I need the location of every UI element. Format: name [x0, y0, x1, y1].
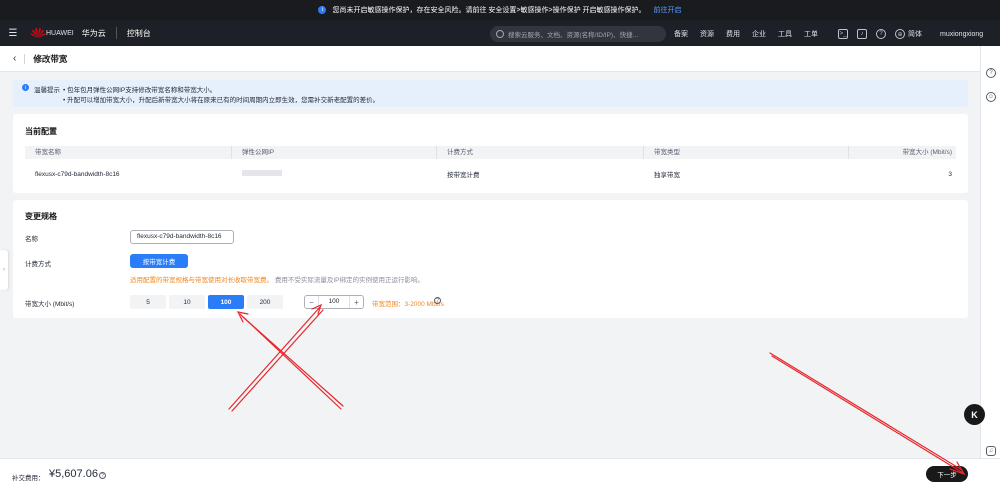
nav-item-billing[interactable]: 费用: [726, 29, 740, 39]
name-label: 名称: [25, 236, 38, 243]
decrement-button[interactable]: −: [305, 296, 318, 308]
tip-box: i 温馨提示 • 包年包月弹性公网IP支持修改带宽名称和带宽大小。 • 升配可以…: [13, 80, 968, 107]
billing-mode-label: 计费方式: [25, 261, 51, 268]
language-switch[interactable]: ⊕ 简体: [895, 29, 922, 39]
nav-item-beian[interactable]: 备案: [674, 29, 688, 39]
bandwidth-value-input[interactable]: 100: [318, 296, 350, 308]
masked-ip: [242, 170, 282, 176]
page-header: ‹ 修改带宽: [0, 46, 980, 72]
annotation-arrow-line: [228, 306, 321, 410]
help-icon[interactable]: ?: [434, 297, 441, 304]
bandwidth-name-input[interactable]: flexusx-c79d-bandwidth-8c16: [130, 230, 234, 244]
nav-item-resources[interactable]: 资源: [700, 29, 714, 39]
table-row: flexusx-c79d-bandwidth-8c16 按带宽计费 独享带宽 3: [25, 164, 956, 184]
annotation-arrows: [228, 303, 966, 476]
bandwidth-size-cell: 3: [948, 170, 952, 178]
bell-icon[interactable]: ♪: [857, 29, 867, 39]
help-icon[interactable]: ?: [99, 472, 106, 479]
bandwidth-option-100[interactable]: 100: [208, 295, 244, 309]
notice-bar: i 您尚未开启敏感操作保护，存在安全风险。请前往 安全设置>敏感操作>操作保护 …: [0, 0, 1000, 20]
nav-divider: [115, 27, 117, 39]
billing-hint: 适用配置的带宽规格与带宽使用对长收取带宽费。 费用不受实际流量及IP绑定的实例使…: [130, 274, 424, 284]
next-step-button[interactable]: 下一步: [926, 466, 968, 482]
fee-amount: ¥5,607.06: [49, 468, 98, 480]
huawei-flower-icon: [30, 28, 46, 38]
table-header: 带宽名称 弹性公网IP 计费方式 带宽类型 带宽大小 (Mbit/s): [25, 146, 956, 159]
console-link[interactable]: 控制台: [127, 28, 151, 39]
bandwidth-option-5[interactable]: 5: [130, 295, 166, 309]
search-icon: [496, 30, 504, 38]
column-header: 带宽类型: [644, 146, 849, 159]
nav-menu: 备案 资源 费用 企业 工具 工单: [674, 26, 830, 42]
help-icon[interactable]: ?: [876, 29, 886, 39]
current-config-card: 当前配置 带宽名称 弹性公网IP 计费方式 带宽类型 带宽大小 (Mbit/s)…: [13, 114, 968, 193]
nav-item-enterprise[interactable]: 企业: [752, 29, 766, 39]
annotation-arrow-line: [231, 309, 324, 412]
billing-cell: 按带宽计费: [447, 172, 480, 179]
annotation-arrow-line: [239, 313, 342, 410]
column-header: 弹性公网IP: [232, 146, 437, 159]
page-title: 修改带宽: [33, 53, 68, 64]
tip-line: • 包年包月弹性公网IP支持修改带宽名称和带宽大小。: [63, 87, 217, 94]
footer-bar: 补交费用： ¥5,607.06 ?: [0, 458, 1000, 492]
annotation-arrow-line: [242, 316, 344, 407]
column-header: 计费方式: [437, 146, 644, 159]
bandwidth-stepper: − 100 +: [304, 295, 364, 309]
globe-icon: ⊕: [895, 29, 905, 39]
fee-label: 补交费用：: [12, 475, 45, 482]
bandwidth-name-cell: flexusx-c79d-bandwidth-8c16: [35, 170, 120, 178]
eip-cell: [232, 170, 437, 178]
language-label: 简体: [908, 31, 922, 38]
change-spec-card: 变更规格 名称 flexusx-c79d-bandwidth-8c16 计费方式…: [13, 200, 968, 318]
nav-item-tickets[interactable]: 工单: [804, 29, 818, 39]
billing-hint-orange: 适用配置的带宽规格与带宽使用对长收取带宽费。: [130, 277, 273, 284]
bandwidth-option-200[interactable]: 200: [247, 295, 283, 309]
tip-line: • 升配可以增加带宽大小，升配后新带宽大小将在原来已有的时间周期内立即生效，您需…: [63, 97, 380, 104]
terminal-icon[interactable]: >_: [838, 29, 848, 39]
current-config-title: 当前配置: [25, 127, 57, 136]
huawei-logo[interactable]: [30, 27, 46, 39]
smiley-icon[interactable]: ☺: [986, 92, 996, 102]
nav-icon-group: >_ ♪ ? ⊕ 简体 muxiongxiong: [838, 26, 983, 42]
billing-hint-gray: 费用不受实际流量及IP绑定的实例使用正运行影响。: [274, 277, 424, 284]
annotation-arrow-line: [771, 355, 964, 474]
tip-label: 温馨提示: [34, 87, 60, 94]
bandwidth-size-label: 带宽大小 (Mbit/s): [25, 301, 75, 308]
search-placeholder: 搜索云服务、文档、资源(名称/ID/IP)、快捷...: [508, 32, 638, 39]
info-icon: i: [22, 84, 29, 91]
bandwidth-option-10[interactable]: 10: [169, 295, 205, 309]
change-spec-title: 变更规格: [25, 212, 57, 221]
increment-button[interactable]: +: [350, 296, 363, 308]
column-header: 带宽大小 (Mbit/s): [902, 149, 952, 156]
bandwidth-type-cell: 独享带宽: [654, 172, 680, 179]
side-expand-tab[interactable]: ›: [0, 250, 8, 290]
notice-text: 您尚未开启敏感操作保护，存在安全风险。请前往 安全设置>敏感操作>操作保护 开启…: [332, 7, 646, 14]
brand-name[interactable]: 华为云: [82, 28, 106, 39]
nav-item-tools[interactable]: 工具: [778, 29, 792, 39]
k-assistant-icon[interactable]: K: [964, 404, 985, 425]
notice-enable-link[interactable]: 前往开启: [654, 5, 682, 15]
info-icon: i: [318, 6, 327, 14]
menu-icon[interactable]: ☰: [0, 28, 26, 39]
user-account[interactable]: muxiongxiong: [940, 31, 983, 38]
help-icon[interactable]: ?: [986, 68, 996, 78]
annotation-arrow-line: [769, 352, 963, 471]
billing-by-bandwidth-button[interactable]: 按带宽计费: [130, 254, 188, 268]
right-tool-rail: ? ☺ ♫: [980, 46, 1000, 460]
logo-subtext: HUAWEI: [46, 29, 74, 37]
back-arrow-icon[interactable]: ‹: [13, 53, 16, 64]
column-header: 带宽名称: [25, 146, 232, 159]
headset-icon[interactable]: ♫: [986, 446, 996, 456]
header-divider: [24, 53, 26, 64]
global-search-input[interactable]: 搜索云服务、文档、资源(名称/ID/IP)、快捷...: [490, 26, 666, 42]
